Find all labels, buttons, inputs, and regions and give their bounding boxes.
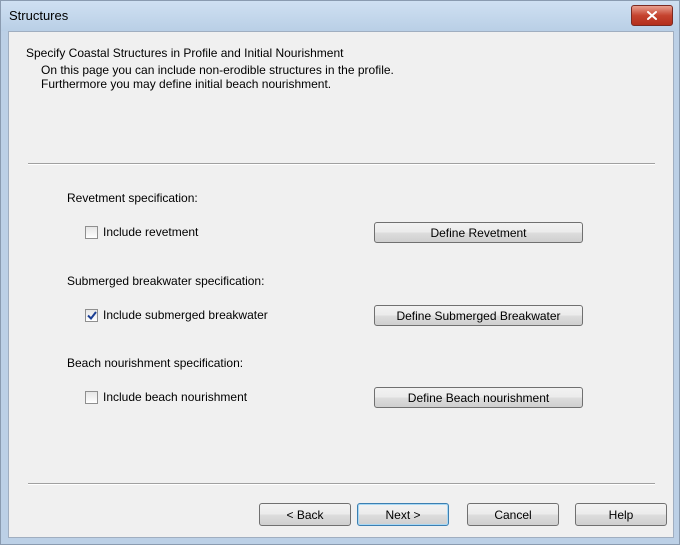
breakwater-checkbox-box[interactable] bbox=[85, 308, 98, 322]
nourishment-checkbox-box[interactable] bbox=[85, 390, 98, 404]
close-button[interactable] bbox=[631, 5, 673, 26]
revetment-section-label: Revetment specification: bbox=[67, 191, 198, 205]
window-title: Structures bbox=[9, 8, 69, 23]
page-description-line1: On this page you can include non-erodibl… bbox=[41, 63, 394, 77]
help-button[interactable]: Help bbox=[575, 503, 667, 526]
check-icon bbox=[87, 310, 97, 320]
define-nourishment-button[interactable]: Define Beach nourishment bbox=[374, 387, 583, 408]
include-nourishment-checkbox[interactable]: Include beach nourishment bbox=[85, 389, 247, 405]
page-description-line2: Furthermore you may define initial beach… bbox=[41, 77, 332, 91]
close-icon bbox=[647, 11, 657, 20]
back-button[interactable]: < Back bbox=[259, 503, 351, 526]
breakwater-section-label: Submerged breakwater specification: bbox=[67, 274, 265, 288]
include-revetment-label: Include revetment bbox=[103, 225, 199, 239]
footer-divider bbox=[28, 483, 655, 485]
define-breakwater-button[interactable]: Define Submerged Breakwater bbox=[374, 305, 583, 326]
cancel-button[interactable]: Cancel bbox=[467, 503, 559, 526]
page-heading: Specify Coastal Structures in Profile an… bbox=[26, 46, 344, 60]
include-nourishment-label: Include beach nourishment bbox=[103, 390, 248, 404]
include-breakwater-checkbox[interactable]: Include submerged breakwater bbox=[85, 307, 268, 323]
title-bar[interactable]: Structures bbox=[1, 1, 679, 31]
next-button[interactable]: Next > bbox=[357, 503, 449, 526]
define-revetment-button[interactable]: Define Revetment bbox=[374, 222, 583, 243]
include-revetment-checkbox[interactable]: Include revetment bbox=[85, 224, 198, 240]
include-breakwater-label: Include submerged breakwater bbox=[103, 308, 268, 322]
revetment-checkbox-box[interactable] bbox=[85, 225, 98, 239]
nourishment-section-label: Beach nourishment specification: bbox=[67, 356, 244, 370]
header-divider bbox=[28, 163, 655, 165]
